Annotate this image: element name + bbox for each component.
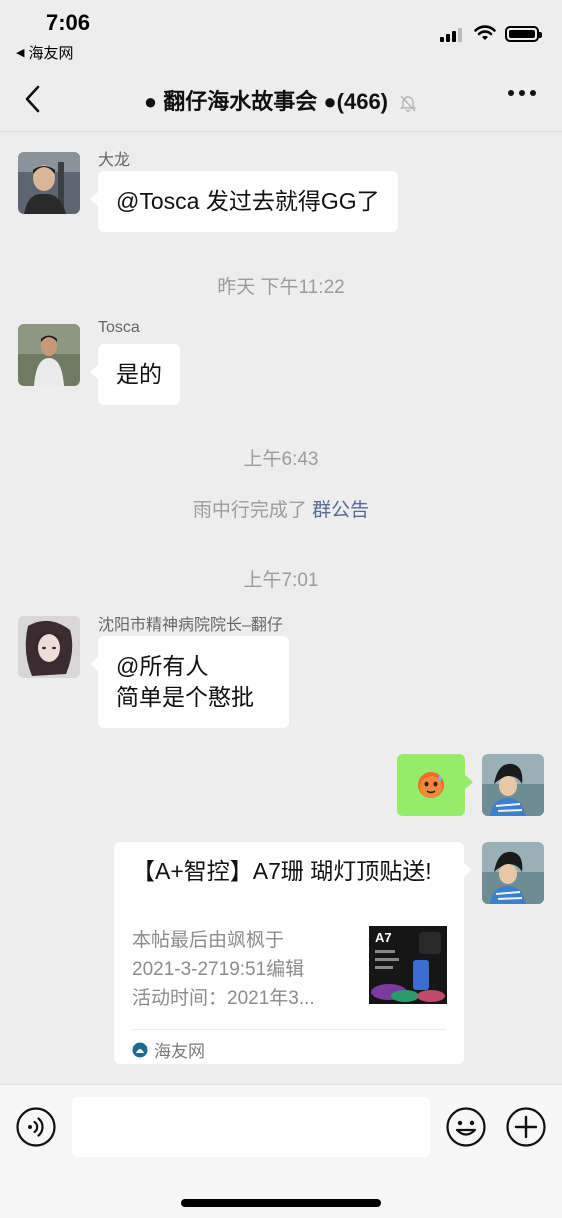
chat-timestamp: 上午7:01: [243, 570, 319, 591]
link-card[interactable]: 【A+智控】A7珊 瑚灯顶贴送! 本帖最后由飒枫于 2021-3-2719:51…: [114, 842, 472, 1064]
link-card-desc-line: 本帖最后由飒枫于: [132, 930, 285, 951]
chat-timestamp: 上午6:43: [243, 449, 319, 470]
message-bubble[interactable]: @所有人 简单是个憨批: [90, 636, 289, 728]
chat-header: ● 翻仔海水故事会 ●(466): [0, 66, 562, 132]
own-avatar[interactable]: [482, 754, 544, 816]
link-card-title: 【A+智控】A7珊 瑚灯顶贴送!: [132, 858, 432, 884]
site-logo-icon: [132, 1042, 148, 1057]
hot-face-emoji-icon: [418, 772, 444, 798]
chat-title: ● 翻仔海水故事会 ●(466): [0, 84, 562, 116]
message-sender: 大龙: [98, 152, 131, 169]
link-card-desc-line: 活动时间：2021年3...: [132, 988, 315, 1009]
link-card-thumbnail: A7: [369, 926, 447, 1004]
back-triangle-icon: ◀: [16, 47, 25, 59]
group-notice-link[interactable]: 群公告: [312, 500, 369, 521]
message-text-line: 简单是个憨批: [116, 684, 254, 710]
own-avatar[interactable]: [482, 842, 544, 904]
message-text: 是的: [116, 361, 162, 387]
signal-icon: [440, 28, 462, 42]
emoji-icon[interactable]: [446, 1107, 486, 1147]
link-card-description: 本帖最后由飒枫于 2021-3-2719:51编辑 活动时间：2021年3...: [132, 926, 352, 1013]
system-notice: 雨中行完成了 群公告: [0, 495, 562, 522]
message-bubble[interactable]: @Tosca 发过去就得GG了: [90, 171, 398, 232]
more-icon[interactable]: [508, 90, 536, 96]
avatar[interactable]: [18, 616, 80, 678]
message-input[interactable]: [72, 1097, 430, 1157]
message-bubble[interactable]: 是的: [90, 344, 180, 405]
link-card-thumb-label: A7: [375, 930, 392, 945]
message-text-line: @所有人: [116, 653, 209, 679]
battery-icon: [505, 26, 542, 42]
avatar[interactable]: [18, 324, 80, 386]
link-card-source: 海友网: [132, 1037, 205, 1062]
link-card-source-name: 海友网: [154, 1042, 205, 1061]
voice-icon[interactable]: [16, 1107, 56, 1147]
message-sender: Tosca: [98, 319, 140, 336]
chat-timestamp: 昨天 下午11:22: [217, 277, 345, 298]
plus-icon[interactable]: [506, 1107, 546, 1147]
own-message-bubble[interactable]: [397, 754, 473, 816]
input-bar: [0, 1084, 562, 1218]
message-text: @Tosca 发过去就得GG了: [116, 188, 380, 214]
status-time: 7:06: [46, 10, 91, 35]
message-sender: 沈阳市精神病院院长–翻仔: [98, 617, 283, 634]
chat-title-text: ● 翻仔海水故事会 ●(466): [143, 89, 389, 114]
mute-icon: [400, 95, 417, 112]
status-bar: 7:06 ◀ 海友网: [0, 0, 562, 66]
back-to-app-link[interactable]: ◀ 海友网: [16, 42, 73, 63]
home-indicator[interactable]: [181, 1199, 381, 1207]
wifi-icon: [474, 25, 496, 40]
link-card-divider: [132, 1029, 446, 1030]
avatar[interactable]: [18, 152, 80, 214]
back-app-label: 海友网: [28, 45, 74, 62]
link-card-desc-line: 2021-3-2719:51编辑: [132, 959, 305, 980]
system-notice-text: 雨中行完成了: [192, 500, 313, 521]
